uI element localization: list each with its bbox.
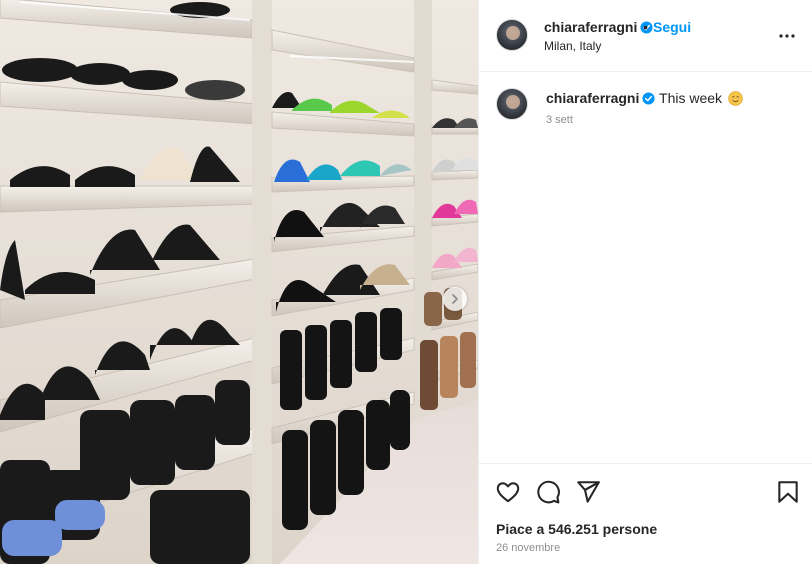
post-date[interactable]: 26 novembre: [496, 542, 560, 554]
post-location[interactable]: Milan, Italy: [544, 39, 601, 53]
post-side-panel: chiaraferragni • Segui Milan, Italy chia…: [478, 0, 812, 564]
verified-badge-icon: [642, 92, 655, 105]
likes-count[interactable]: Piace a 546.251 persone: [496, 521, 657, 537]
caption-line: chiaraferragni This week: [546, 90, 743, 106]
bookmark-icon: [778, 481, 798, 503]
share-icon: [577, 481, 600, 503]
caption-username[interactable]: chiaraferragni: [546, 90, 639, 106]
separator-dot: •: [643, 19, 648, 35]
post-photo[interactable]: [0, 0, 478, 564]
shoe-closet-image: [0, 0, 478, 564]
caption-text: This week: [659, 90, 723, 106]
share-button[interactable]: [575, 479, 601, 505]
smiling-face-icon: [728, 91, 743, 106]
post-actions: Piace a 546.251 persone 26 novembre: [479, 463, 812, 564]
more-options-icon: [779, 34, 795, 38]
carousel-next-button[interactable]: [443, 287, 467, 311]
save-button[interactable]: [775, 479, 801, 505]
comment-button[interactable]: [535, 479, 561, 505]
like-button[interactable]: [495, 479, 521, 505]
caption-time[interactable]: 3 sett: [546, 114, 573, 126]
author-username[interactable]: chiaraferragni: [544, 19, 653, 35]
author-avatar[interactable]: [496, 19, 528, 51]
follow-button[interactable]: Segui: [653, 19, 691, 35]
more-options-button[interactable]: [775, 24, 799, 48]
caption-avatar[interactable]: [496, 88, 528, 120]
heart-icon: [496, 482, 520, 503]
comment-icon: [537, 480, 560, 504]
chevron-right-icon: [452, 294, 458, 304]
post-header: chiaraferragni • Segui Milan, Italy: [479, 0, 812, 72]
